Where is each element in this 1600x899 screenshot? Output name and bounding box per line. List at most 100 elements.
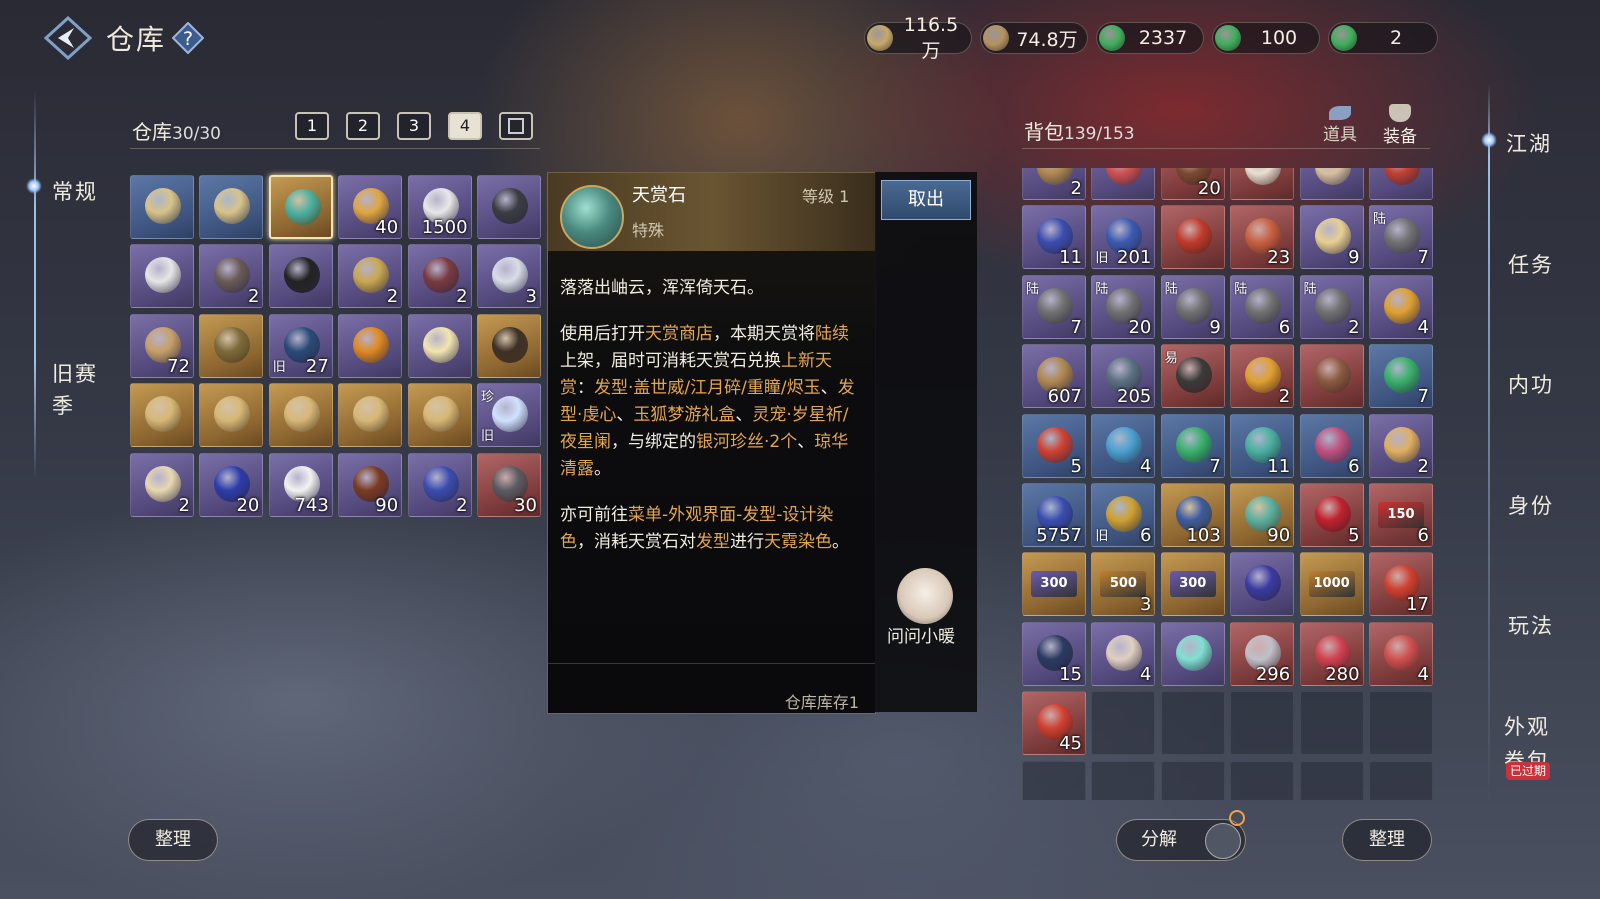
backpack-item-slot[interactable]: 4 xyxy=(1091,413,1156,478)
backpack-sort-button[interactable]: 整理 xyxy=(1342,819,1432,861)
help-icon[interactable]: ? xyxy=(171,21,205,55)
warehouse-tab-add[interactable] xyxy=(499,112,533,140)
currency-copper[interactable]: 74.8万 xyxy=(980,22,1088,54)
backpack-item-slot[interactable]: 15 xyxy=(1022,621,1086,686)
backpack-item-slot[interactable]: 7 xyxy=(1160,413,1225,478)
backpack-item-slot[interactable]: 2陆 xyxy=(1299,274,1364,339)
backpack-item-slot[interactable]: 2 xyxy=(1230,344,1295,409)
backpack-item-slot[interactable]: 150 6 xyxy=(1369,483,1433,547)
backpack-item-slot[interactable]: 205 xyxy=(1091,344,1156,409)
warehouse-item-slot[interactable] xyxy=(477,313,541,378)
backpack-item-slot[interactable]: 280 xyxy=(1299,621,1364,686)
warehouse-item-slot[interactable]: 2 xyxy=(407,452,472,517)
warehouse-item-slot[interactable]: 3 xyxy=(477,244,541,309)
backpack-item-slot[interactable]: 90 xyxy=(1230,483,1295,547)
warehouse-item-slot[interactable] xyxy=(130,383,194,448)
backpack-item-slot[interactable] xyxy=(1299,344,1364,409)
warehouse-item-slot[interactable] xyxy=(477,175,541,239)
backpack-item-slot[interactable]: 易 xyxy=(1160,344,1225,409)
warehouse-item-slot[interactable] xyxy=(268,383,333,448)
xiaonuan-avatar[interactable] xyxy=(897,568,953,624)
warehouse-tab-1[interactable]: 1 xyxy=(295,112,329,140)
backpack-item-slot[interactable] xyxy=(1230,552,1295,617)
backpack-item-slot[interactable]: 5757 xyxy=(1022,483,1086,547)
backpack-item-slot[interactable]: 6 xyxy=(1299,413,1364,478)
warehouse-item-slot[interactable] xyxy=(199,175,264,239)
warehouse-item-slot[interactable]: 1500 xyxy=(407,175,472,239)
currency-silver[interactable]: 116.5万 xyxy=(864,14,972,62)
backpack-item-slot[interactable]: 20 xyxy=(1160,168,1225,200)
backpack-item-slot[interactable]: 7 xyxy=(1369,344,1433,409)
nav-tasks[interactable]: 任务 xyxy=(1508,249,1554,279)
ask-xiaonuan-label[interactable]: 问问小暖 xyxy=(887,622,955,647)
backpack-item-slot[interactable]: 4 xyxy=(1091,621,1156,686)
tab-items[interactable]: 道具 xyxy=(1320,106,1360,145)
take-out-button[interactable]: 取出 xyxy=(881,180,971,220)
backpack-item-slot[interactable]: 23 xyxy=(1230,205,1295,270)
warehouse-tab-2[interactable]: 2 xyxy=(346,112,380,140)
backpack-item-slot[interactable]: 11 xyxy=(1230,413,1295,478)
nav-old-season[interactable]: 旧赛 季 xyxy=(52,358,112,422)
backpack-item-slot[interactable] xyxy=(1230,168,1295,200)
backpack-item-slot[interactable]: 45 xyxy=(1022,691,1086,756)
warehouse-item-slot[interactable]: 2 xyxy=(338,244,403,309)
warehouse-item-slot[interactable]: 40 xyxy=(338,175,403,239)
currency-jade-b[interactable]: 100 xyxy=(1212,22,1320,54)
backpack-item-slot[interactable] xyxy=(1369,168,1433,200)
backpack-item-slot[interactable]: 7陆 xyxy=(1369,205,1433,270)
nav-identity[interactable]: 身份 xyxy=(1508,490,1554,520)
backpack-item-slot[interactable]: 296 xyxy=(1230,621,1295,686)
backpack-item-slot[interactable]: 9陆 xyxy=(1160,274,1225,339)
warehouse-item-slot[interactable]: 珍旧 xyxy=(477,383,541,448)
warehouse-item-slot[interactable] xyxy=(268,244,333,309)
backpack-item-slot[interactable]: 607 xyxy=(1022,344,1086,409)
warehouse-item-slot[interactable]: 20 xyxy=(199,452,264,517)
backpack-item-slot[interactable]: 5 xyxy=(1022,413,1086,478)
warehouse-item-slot[interactable]: 72 xyxy=(130,313,194,378)
backpack-scroll-area[interactable]: 2 20 11 201 旧 23 9 7 陆 7 陆 20 陆 9 陆 6 陆 2 陆 4 607 205 易 2 7 5 4 7 11… xyxy=(1020,168,1434,800)
backpack-item-slot[interactable]: 2 xyxy=(1369,413,1433,478)
back-button[interactable] xyxy=(43,15,93,61)
backpack-item-slot[interactable]: 6旧 xyxy=(1091,483,1156,547)
backpack-item-slot[interactable]: 2 xyxy=(1022,168,1086,200)
warehouse-item-slot[interactable] xyxy=(199,313,264,378)
decompose-button[interactable]: 分解 xyxy=(1116,819,1246,861)
backpack-item-slot[interactable]: 5 xyxy=(1299,483,1364,547)
warehouse-sort-button[interactable]: 整理 xyxy=(128,819,218,861)
backpack-item-slot[interactable]: 9 xyxy=(1299,205,1364,270)
backpack-item-slot[interactable] xyxy=(1160,205,1225,270)
backpack-item-slot[interactable]: 17 xyxy=(1369,552,1433,617)
nav-jianghu[interactable]: 江湖 xyxy=(1506,128,1552,158)
currency-jade-a[interactable]: 2337 xyxy=(1096,22,1204,54)
backpack-item-slot[interactable]: 1000 xyxy=(1299,552,1364,617)
backpack-item-slot[interactable]: 300 xyxy=(1160,552,1225,617)
warehouse-item-slot[interactable]: 2 xyxy=(407,244,472,309)
nav-gameplay[interactable]: 玩法 xyxy=(1508,610,1554,640)
warehouse-item-slot[interactable] xyxy=(407,383,472,448)
backpack-item-slot[interactable]: 4 xyxy=(1369,621,1433,686)
warehouse-item-slot[interactable]: 2 xyxy=(130,452,194,517)
warehouse-item-slot[interactable]: 27 旧 xyxy=(268,313,333,378)
warehouse-item-slot[interactable] xyxy=(407,313,472,378)
backpack-item-slot[interactable]: 6陆 xyxy=(1230,274,1295,339)
warehouse-item-slot[interactable] xyxy=(338,383,403,448)
backpack-item-slot[interactable] xyxy=(1160,621,1225,686)
warehouse-tab-4[interactable]: 4 xyxy=(448,112,482,140)
backpack-item-slot[interactable]: 20 陆 xyxy=(1091,274,1156,339)
nav-regular[interactable]: 常规 xyxy=(52,176,98,206)
warehouse-item-slot[interactable] xyxy=(199,383,264,448)
warehouse-tab-3[interactable]: 3 xyxy=(397,112,431,140)
warehouse-item-slot[interactable]: 90 xyxy=(338,452,403,517)
warehouse-item-slot[interactable]: 30 xyxy=(477,452,541,517)
backpack-item-slot[interactable]: 7陆 xyxy=(1022,274,1086,339)
warehouse-item-slot[interactable] xyxy=(268,175,333,239)
nav-inner-skill[interactable]: 内功 xyxy=(1508,369,1554,399)
backpack-item-slot[interactable]: 201 旧 xyxy=(1091,205,1156,270)
backpack-item-slot[interactable]: 11 xyxy=(1022,205,1086,270)
currency-jade-c[interactable]: 2 xyxy=(1328,22,1438,54)
backpack-item-slot[interactable]: 500 3 xyxy=(1091,552,1156,617)
warehouse-item-slot[interactable] xyxy=(130,244,194,309)
backpack-item-slot[interactable]: 103 xyxy=(1160,483,1225,547)
warehouse-item-slot[interactable]: 2 xyxy=(199,244,264,309)
warehouse-item-slot[interactable] xyxy=(338,313,403,378)
